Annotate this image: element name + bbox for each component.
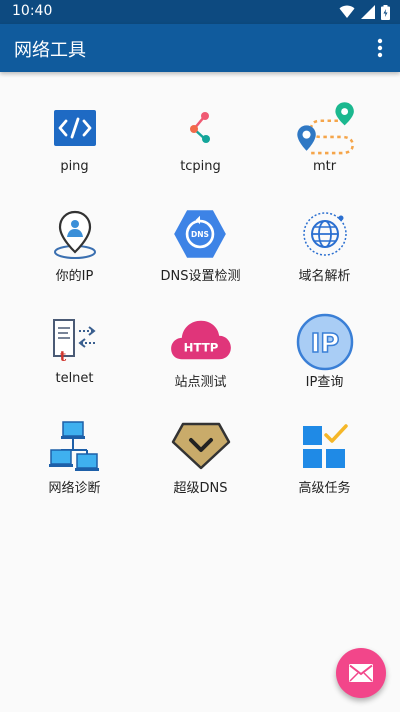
svg-text:HTTP: HTTP xyxy=(184,341,219,355)
tool-mtr[interactable]: mtr xyxy=(258,72,391,178)
http-cloud-icon: HTTP xyxy=(171,320,231,360)
code-icon xyxy=(54,110,96,146)
tool-label: 超级DNS xyxy=(173,481,228,496)
tool-ip-query[interactable]: IP IP查询 xyxy=(258,284,391,390)
tool-label: mtr xyxy=(312,159,337,174)
tool-label: telnet xyxy=(55,371,94,386)
dns-refresh-icon: DNS xyxy=(174,210,226,258)
svg-text:IP: IP xyxy=(311,329,340,359)
tool-network-diagnose[interactable]: 网络诊断 xyxy=(8,390,141,496)
tool-label: 你的IP xyxy=(55,269,94,284)
route-map-icon xyxy=(297,102,354,155)
tool-label: ping xyxy=(60,159,89,174)
ip-badge-icon: IP xyxy=(296,313,354,371)
location-pin-icon xyxy=(54,210,96,259)
tool-label: tcping xyxy=(180,159,221,174)
task-grid-check-icon xyxy=(303,424,348,468)
status-icons xyxy=(339,4,390,20)
terminal-transfer-icon: t xyxy=(53,319,96,365)
share-icon xyxy=(190,112,210,143)
app-bar: 网络工具 xyxy=(0,24,400,72)
globe-icon xyxy=(303,212,347,256)
mail-fab-button[interactable] xyxy=(336,648,386,698)
tool-super-dns[interactable]: 超级DNS xyxy=(134,390,267,496)
mail-icon xyxy=(349,664,373,682)
tool-domain-resolve[interactable]: 域名解析 xyxy=(258,178,391,284)
tool-label: 域名解析 xyxy=(298,269,351,284)
tool-advanced-tasks[interactable]: 高级任务 xyxy=(258,390,391,496)
more-vert-icon[interactable] xyxy=(370,36,390,60)
wifi-icon xyxy=(339,5,355,18)
tool-site-test[interactable]: HTTP 站点测试 xyxy=(134,284,267,390)
signal-icon xyxy=(361,5,375,19)
tool-label: 高级任务 xyxy=(298,481,351,496)
svg-text:t: t xyxy=(60,349,67,365)
battery-icon xyxy=(381,4,390,20)
tool-label: IP查询 xyxy=(305,375,344,390)
svg-text:DNS: DNS xyxy=(191,230,209,239)
tool-ping[interactable]: ping xyxy=(8,72,141,178)
network-computers-icon xyxy=(49,421,99,471)
tool-telnet[interactable]: t telnet xyxy=(8,284,141,390)
tool-tcping[interactable]: tcping xyxy=(134,72,267,178)
tool-label: 站点测试 xyxy=(174,375,227,390)
tool-dns-check[interactable]: DNS DNS设置检测 xyxy=(134,178,267,284)
gem-chevron-icon xyxy=(171,422,231,470)
status-time: 10:40 xyxy=(12,3,53,19)
tool-label: 网络诊断 xyxy=(48,481,101,496)
tool-label: DNS设置检测 xyxy=(160,269,241,284)
page-title: 网络工具 xyxy=(14,40,86,61)
tool-my-ip[interactable]: 你的IP xyxy=(8,178,141,284)
status-bar: 10:40 xyxy=(0,0,400,24)
